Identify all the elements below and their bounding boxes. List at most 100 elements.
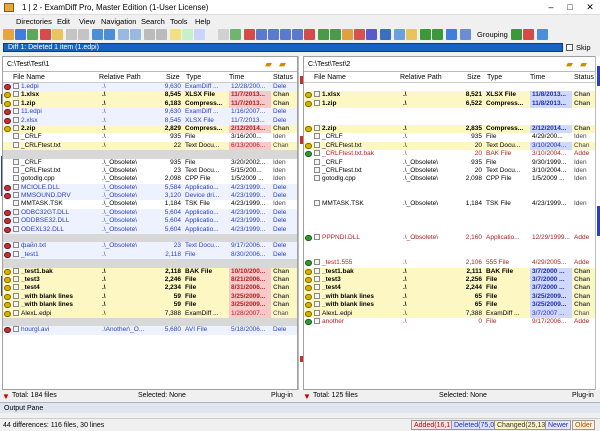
rename-icon[interactable] bbox=[366, 29, 377, 40]
file-row[interactable]: AlexL.edpi .\ 7,388 ExamDiff ... 1/28/2007..… bbox=[3, 309, 297, 318]
report-icon[interactable] bbox=[406, 29, 417, 40]
file-row[interactable]: ODEXL32.DLL .\_Obsolete\ 5,604 Applicatio..… bbox=[3, 225, 297, 235]
file-row[interactable]: файл.txt .\_Obsolete\ 23 Text Docu... 9/17/2… bbox=[3, 242, 297, 251]
folder-icon[interactable]: ▰ bbox=[566, 59, 573, 70]
stop-icon[interactable] bbox=[40, 29, 51, 40]
file-row[interactable] bbox=[3, 150, 297, 159]
file-row[interactable]: hourgl.avi .\Another\_O... 5,680 AVI File 5/… bbox=[3, 326, 297, 335]
show-deleted-icon[interactable] bbox=[194, 29, 205, 40]
file-row[interactable]: _CRLFtest.txt.bak .\ 20 BAK File 3/10/2004..… bbox=[304, 150, 598, 159]
grouping-expand-icon[interactable] bbox=[511, 29, 522, 40]
file-row[interactable] bbox=[3, 317, 297, 327]
file-row[interactable]: MMTASK.TSK .\_Obsolete\ 1,184 TSK File 4/23/… bbox=[3, 200, 297, 209]
file-row[interactable]: _test1.bak .\ 2,118 BAK File 10/10/200... Cha… bbox=[3, 267, 297, 276]
menu-edit[interactable]: Edit bbox=[57, 17, 70, 26]
file-row[interactable] bbox=[304, 192, 598, 201]
file-row[interactable]: _test1 .\ 2,118 File 8/30/2006... Dele bbox=[3, 250, 297, 260]
left-plugin[interactable]: Plug-in bbox=[271, 392, 293, 399]
skip-checkbox[interactable]: Skip bbox=[566, 43, 591, 52]
menu-directories[interactable]: Directories bbox=[16, 17, 52, 26]
filter-icon[interactable] bbox=[244, 29, 255, 40]
filter-dirs-icon[interactable] bbox=[268, 29, 279, 40]
show-identical-icon[interactable] bbox=[206, 29, 217, 40]
file-row[interactable] bbox=[304, 217, 598, 226]
file-row[interactable] bbox=[3, 259, 297, 268]
col-size[interactable]: Size bbox=[166, 74, 180, 81]
file-row[interactable]: PPPNDI.DLL .\_Obsolete\ 2,160 Applicatio...… bbox=[304, 234, 598, 243]
file-row[interactable]: MMTASK.TSK .\_Obsolete\ 1,184 TSK File 4/23/… bbox=[304, 200, 598, 209]
col-time[interactable]: Time bbox=[530, 74, 545, 81]
file-row[interactable]: AlexL.edpi .\ 7,388 ExamDiff ... 3/7/2007 ..… bbox=[304, 309, 598, 318]
browse-icon[interactable]: ▰ bbox=[279, 59, 286, 70]
copy-right-icon[interactable] bbox=[330, 29, 341, 40]
help-icon[interactable] bbox=[537, 29, 548, 40]
filter-icon[interactable]: ▼ bbox=[2, 392, 10, 401]
file-row[interactable]: 2.xlsx .\ 8,545 XLSX File 11/7/2013... Dele bbox=[3, 116, 297, 125]
last-diff-icon[interactable] bbox=[130, 29, 141, 40]
filter-icon[interactable]: ▼ bbox=[303, 392, 311, 401]
col-status[interactable]: Status bbox=[273, 74, 293, 81]
file-row[interactable]: _CRLFtest.txt .\_Obsolete\ 20 Text Docu... 3… bbox=[304, 166, 598, 176]
file-row[interactable]: _CRLF .\ 935 File 3/16/200... Iden bbox=[3, 133, 297, 142]
file-row[interactable]: MCIOLE.DLL .\_Obsolete\ 5,584 Applicatio...… bbox=[3, 183, 297, 193]
file-row[interactable] bbox=[304, 326, 598, 335]
menu-search[interactable]: Search bbox=[141, 17, 165, 26]
file-row[interactable]: gotodlg.cpp .\_Obsolete\ 2,098 CPP File 1/5/… bbox=[3, 175, 297, 184]
col-status[interactable]: Status bbox=[574, 74, 594, 81]
copy-left-icon[interactable] bbox=[318, 29, 329, 40]
file-row[interactable]: MMSOUND.DRV .\_Obsolete\ 3,120 Device dri..… bbox=[3, 192, 297, 201]
swap-icon[interactable] bbox=[52, 29, 63, 40]
file-row[interactable]: _CRLF .\ 935 File 4/29/200... Iden bbox=[304, 133, 598, 142]
compare-icon[interactable] bbox=[15, 29, 26, 40]
first-diff-icon[interactable] bbox=[118, 29, 129, 40]
col-file-name[interactable]: File Name bbox=[13, 74, 45, 81]
menu-tools[interactable]: Tools bbox=[170, 17, 188, 26]
col-relative-path[interactable]: Relative Path bbox=[99, 74, 141, 81]
file-row[interactable]: _test3 .\ 2,256 File 3/7/2000 ... Chan bbox=[304, 275, 598, 285]
file-row[interactable]: _CRLFtest.txt .\ 22 Text Docu... 6/13/2006..… bbox=[3, 141, 297, 151]
maximize-icon[interactable]: □ bbox=[563, 2, 577, 12]
file-row[interactable] bbox=[3, 234, 297, 243]
file-row[interactable] bbox=[304, 242, 598, 251]
file-row[interactable]: 1.xlsx .\ 8,521 XLSX File 11/8/2013... Chan bbox=[304, 91, 598, 100]
col-type[interactable]: Type bbox=[186, 74, 201, 81]
file-row[interactable]: _with blank lines .\ 65 File 3/25/2009... Cha… bbox=[304, 301, 598, 310]
view-icon[interactable] bbox=[446, 29, 457, 40]
file-row[interactable] bbox=[304, 116, 598, 125]
browse-icon[interactable]: ▰ bbox=[580, 59, 587, 70]
col-time[interactable]: Time bbox=[229, 74, 244, 81]
file-row[interactable]: _CRLF .\_Obsolete\ 935 File 3/20/2002... Iden bbox=[3, 158, 297, 167]
menu-help[interactable]: Help bbox=[195, 17, 210, 26]
grouping-collapse-icon[interactable] bbox=[523, 29, 534, 40]
file-row[interactable] bbox=[304, 225, 598, 235]
file-row[interactable]: 1.xlsx .\ 8,545 XLSX File 11/7/2013... Chan bbox=[3, 91, 297, 100]
folder-icon[interactable]: ▰ bbox=[265, 59, 272, 70]
filter-newer-icon[interactable] bbox=[280, 29, 291, 40]
sync-icon[interactable] bbox=[380, 29, 391, 40]
checkbox-icon[interactable] bbox=[566, 44, 573, 51]
diff-status-line[interactable]: Diff 1: Deleted 1 item (1.edpi) bbox=[3, 43, 563, 52]
left-path-bar[interactable]: C:\Test\Test\1 ▰ ▰ bbox=[3, 57, 297, 72]
close-icon[interactable]: ✕ bbox=[583, 2, 597, 13]
file-row[interactable] bbox=[304, 83, 598, 92]
next-diff-icon[interactable] bbox=[104, 29, 115, 40]
show-changed-icon[interactable] bbox=[170, 29, 181, 40]
file-row[interactable]: 11.edpi .\ 9,630 ExamDiff ... 1/16/2007... De… bbox=[3, 108, 297, 117]
file-row[interactable]: _CRLFtest.txt .\ 20 Text Docu... 3/10/2004..… bbox=[304, 141, 598, 151]
paste-icon[interactable] bbox=[78, 29, 89, 40]
minimize-icon[interactable]: – bbox=[544, 2, 558, 12]
file-row[interactable] bbox=[304, 108, 598, 117]
file-row[interactable]: another .\ 0 File 9/17/2006... Adde bbox=[304, 317, 598, 327]
copy-icon[interactable] bbox=[66, 29, 77, 40]
file-row[interactable]: 1.zip .\ 6,522 Compress... 11/8/2013... Chan bbox=[304, 99, 598, 109]
file-row[interactable]: gotodlg.cpp .\_Obsolete\ 2,098 CPP File 1/5/… bbox=[304, 175, 598, 184]
forward-icon[interactable] bbox=[156, 29, 167, 40]
collapse-icon[interactable] bbox=[432, 29, 443, 40]
grouping-dropdown[interactable]: Grouping bbox=[477, 30, 508, 39]
file-row[interactable]: _test1.bak .\ 2,111 BAK File 3/7/2000 ... Cha… bbox=[304, 267, 598, 276]
grouping-icon[interactable] bbox=[460, 29, 471, 40]
file-row[interactable]: _test1.555 .\ 2,106 555 File 4/29/2005... Add… bbox=[304, 259, 598, 268]
file-row[interactable]: _with blank lines .\ 59 File 3/25/2009... Cha… bbox=[3, 292, 297, 302]
col-relative-path[interactable]: Relative Path bbox=[400, 74, 442, 81]
file-row[interactable]: _CRLFtest.txt .\_Obsolete\ 23 Text Docu... 5… bbox=[3, 166, 297, 176]
